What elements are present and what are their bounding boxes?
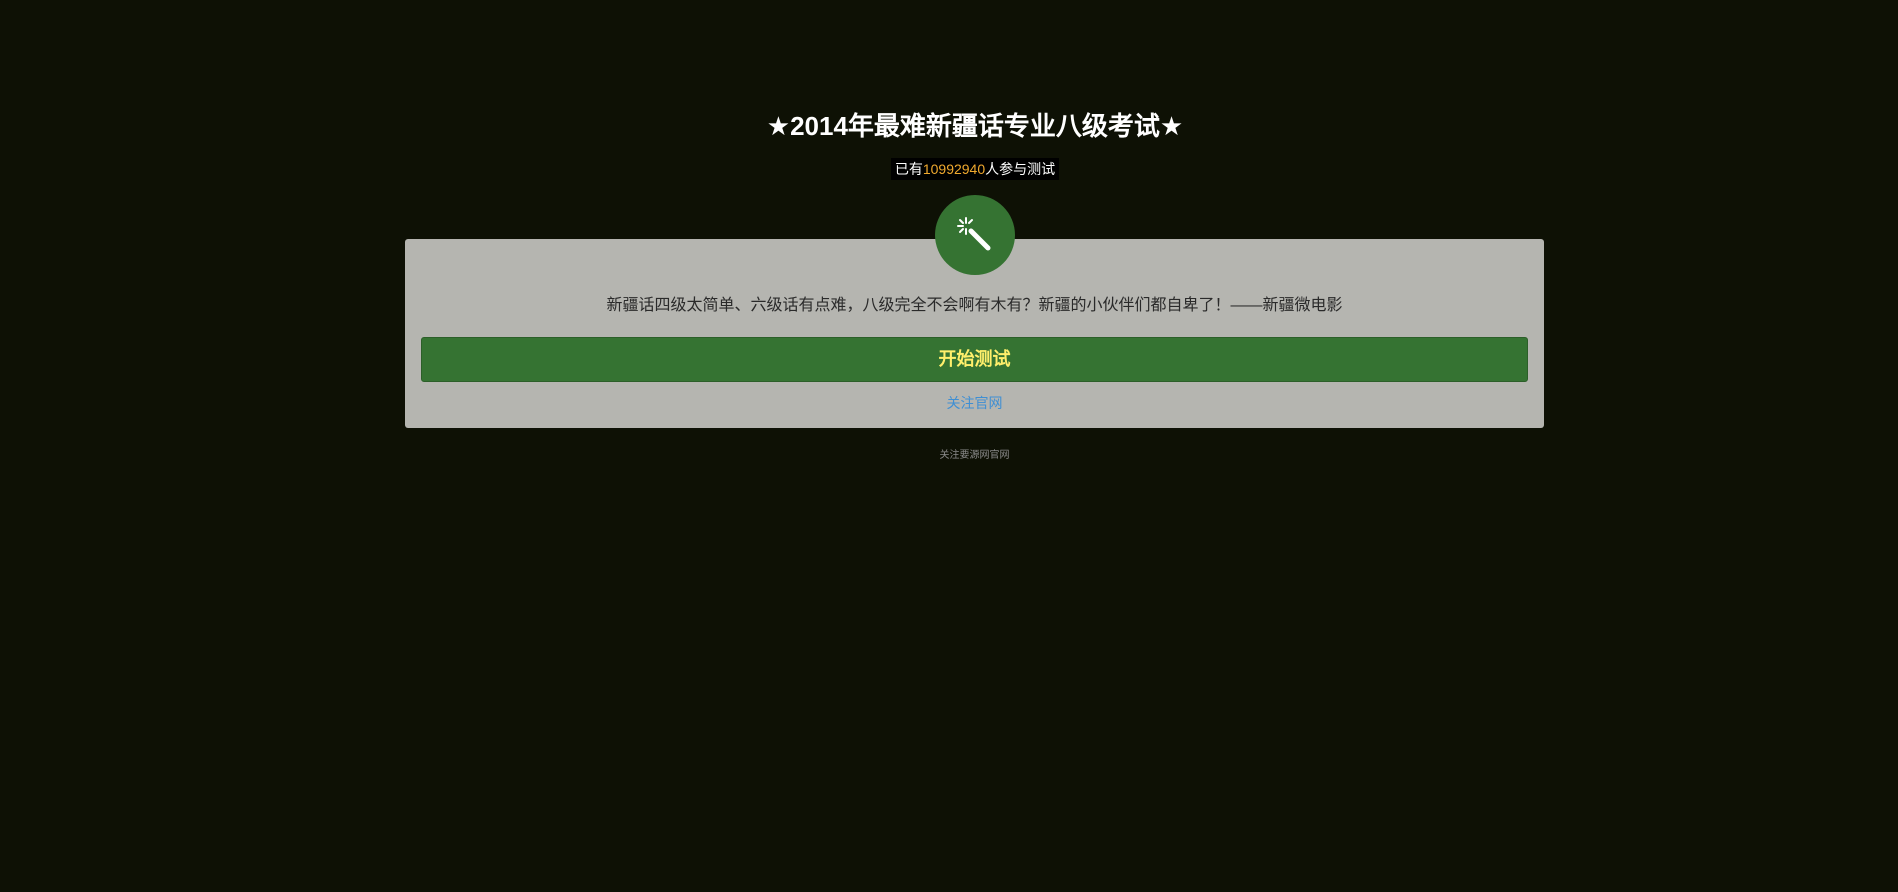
page-title: ★2014年最难新疆话专业八级考试★	[766, 111, 1184, 141]
participant-counter: 已有10992940人参与测试	[890, 158, 1060, 180]
footer-follow-link[interactable]: 关注要源网官网	[405, 449, 1544, 463]
counter-suffix: 人参与测试	[985, 161, 1056, 177]
start-test-button[interactable]: 开始测试	[421, 337, 1528, 382]
intro-description: 新疆话四级太简单、六级话有点难，八级完全不会啊有木有？新疆的小伙伴们都自卑了！—…	[606, 297, 1343, 314]
page: ★2014年最难新疆话专业八级考试★ 已有10992940人参与测试 新疆话四级…	[0, 0, 1898, 892]
participant-counter-wrap: 已有10992940人参与测试	[0, 158, 1898, 180]
badge-circle	[935, 195, 1015, 275]
counter-value: 10992940	[922, 161, 986, 177]
follow-official-site-link[interactable]: 关注官网	[405, 393, 1544, 413]
counter-prefix: 已有	[894, 161, 923, 177]
magic-wand-icon	[955, 215, 995, 255]
